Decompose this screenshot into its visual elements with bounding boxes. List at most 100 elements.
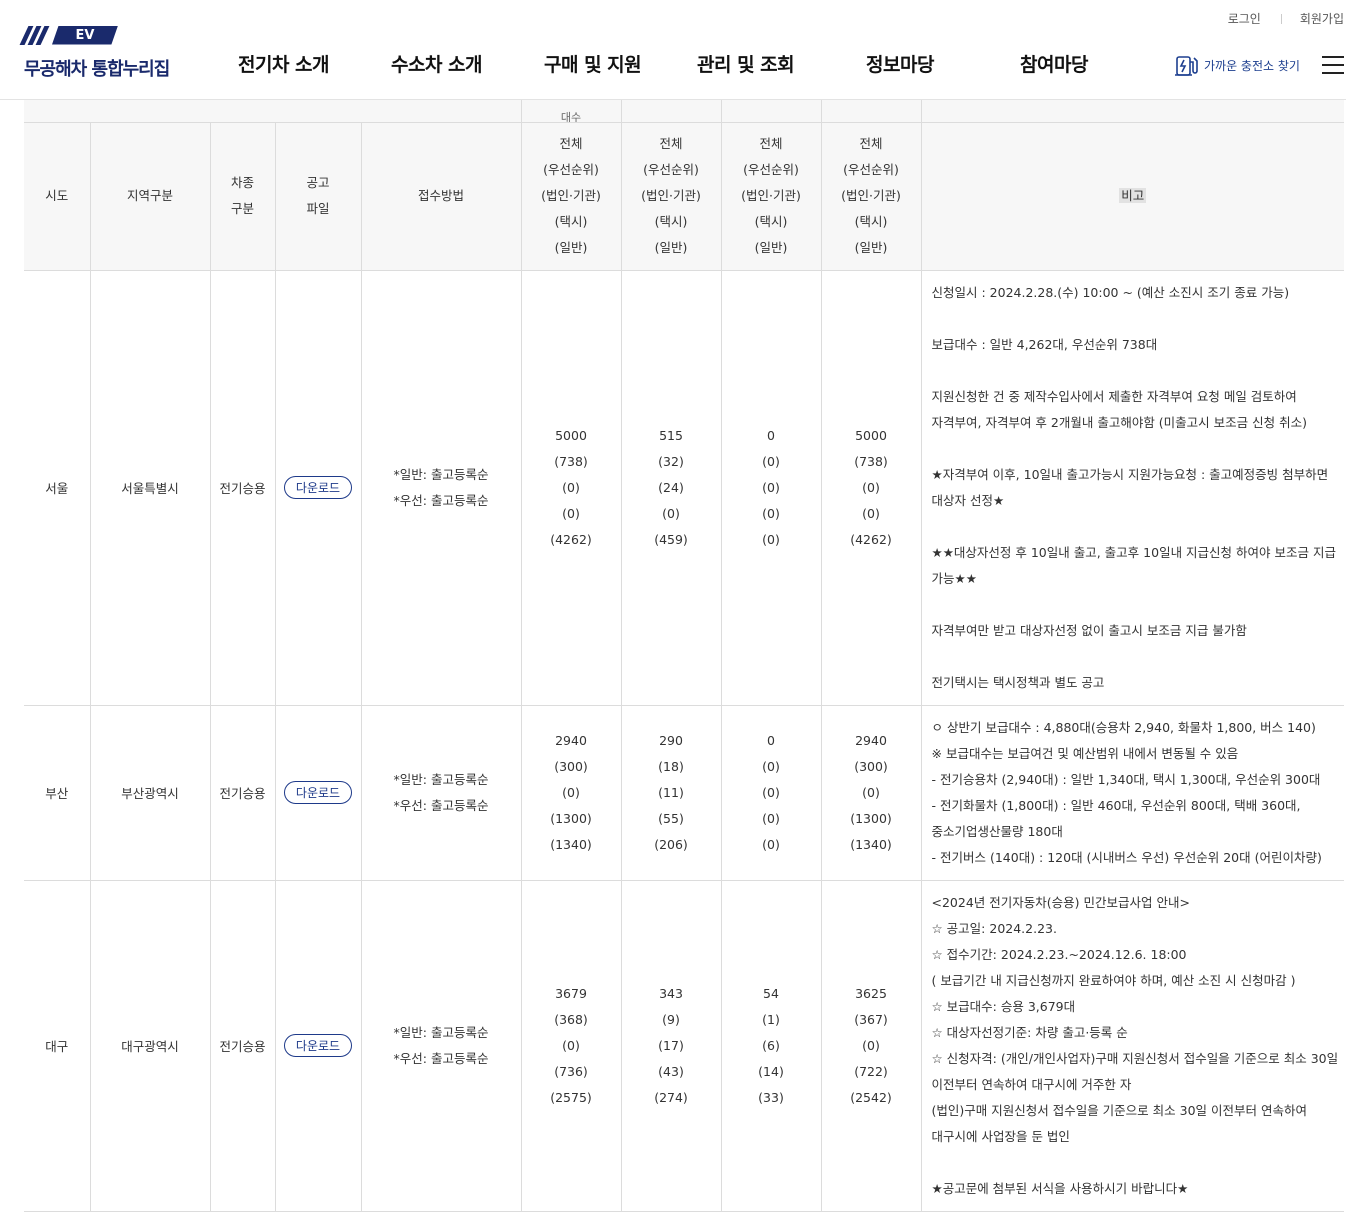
count-value: (17): [658, 1037, 684, 1053]
nav-hydrogen-intro[interactable]: 수소차 소개: [391, 50, 483, 77]
remark-line: ☆ 보급대수: 승용 3,679대: [931, 998, 1076, 1014]
remark-line: 가능★★: [931, 570, 977, 586]
count-value: (1300): [850, 810, 892, 826]
count-value: (0): [562, 784, 580, 800]
nav-ev-intro[interactable]: 전기차 소개: [238, 50, 330, 77]
col-sub: 전체 (우선순위) (법인·기관) (택시) (일반): [621, 122, 722, 271]
sub-l1: 전체: [659, 136, 683, 151]
remark-line: 대상자 선정★: [931, 492, 1005, 508]
cell-count-group: 0 (0) (0) (0) (0): [721, 270, 822, 706]
remark-line: (법인)구매 지원신청서 접수일을 기준으로 최소 30일 이전부터 연속하여: [931, 1102, 1307, 1118]
cell-count-group: 2940 (300) (0) (1300) (1340): [821, 705, 922, 881]
nav-purchase-support[interactable]: 구매 및 지원: [544, 50, 642, 77]
hamburger-bar: [1322, 56, 1344, 58]
cell-count-group: 5000 (738) (0) (0) (4262): [521, 270, 622, 706]
count-value: (459): [654, 531, 688, 547]
hamburger-icon[interactable]: [1322, 56, 1344, 74]
count-value: 2940: [555, 732, 587, 748]
remark-line: ★공고문에 첨부된 서식을 사용하시기 바랍니다★: [931, 1180, 1189, 1196]
download-button[interactable]: 다운로드: [283, 781, 353, 804]
util-divider: [1280, 13, 1282, 24]
download-button[interactable]: 다운로드: [283, 1034, 353, 1057]
cell-notice-file: 다운로드: [275, 880, 362, 1212]
remark-line: ( 보급기간 내 지급신청까지 완료하여야 하며, 예산 소진 시 신청마감 ): [931, 972, 1296, 988]
count-value: (274): [654, 1089, 688, 1105]
count-value: (2542): [850, 1089, 892, 1105]
site-header: 로그인 회원가입 EV 무공해차 통합누리집 전기차 소개 수소차 소개 구매 …: [0, 0, 1346, 100]
cell-count-group: 54 (1) (6) (14) (33): [721, 880, 822, 1212]
count-value: (368): [554, 1011, 588, 1027]
count-value: 54: [763, 985, 779, 1001]
header-cell: [921, 100, 1344, 123]
site-logo[interactable]: EV 무공해차 통합누리집: [19, 25, 170, 81]
count-value: 515: [659, 427, 683, 443]
header-cell: [210, 100, 275, 123]
cell-region: 대구광역시: [90, 880, 211, 1212]
subsidy-table-container[interactable]: 대수 시도 지역구분 차종 구분 공고 파일 접수방법 전체 (우선순위) (법인·기관…: [24, 100, 1344, 1218]
col-method: 접수방법: [361, 122, 522, 271]
count-value: (6): [762, 1037, 780, 1053]
sub-l3: (법인·기관): [541, 188, 601, 203]
count-value: (0): [562, 479, 580, 495]
sub-l1: 전체: [859, 136, 883, 151]
col-sub: 전체 (우선순위) (법인·기관) (택시) (일반): [821, 122, 922, 271]
sub-l1: 전체: [759, 136, 783, 151]
nav-info[interactable]: 정보마당: [866, 50, 934, 77]
sub-l3: (법인·기관): [841, 188, 901, 203]
count-value: (206): [654, 836, 688, 852]
header-row-cut: 대수: [24, 100, 1344, 123]
signup-link[interactable]: 회원가입: [1300, 10, 1344, 27]
cell-remark: <2024년 전기자동차(승용) 민간보급사업 안내> ☆ 공고일: 2024.2…: [921, 880, 1344, 1212]
nav-manage-lookup[interactable]: 관리 및 조회: [697, 50, 795, 77]
cell-count-group: 0 (0) (0) (0) (0): [721, 705, 822, 881]
sub-l2: (우선순위): [843, 162, 899, 177]
header-cell: [275, 100, 361, 123]
table-body: 서울 서울특별시 전기승용 다운로드 *일반: 출고등록순 *우선: 출고등록순 5000(…: [24, 270, 1344, 1212]
col-notice-l2: 파일: [306, 201, 330, 216]
count-value: 5000: [555, 427, 587, 443]
cell-region: 부산광역시: [90, 705, 211, 881]
count-value: 5000: [855, 427, 887, 443]
remark-line: 자격부여만 받고 대상자선정 없이 출고시 보조금 지급 불가함: [931, 622, 1247, 638]
col-remark: 비고: [921, 122, 1344, 271]
count-value: (18): [658, 758, 684, 774]
header-cell: [621, 100, 722, 123]
remark-line: ☆ 접수기간: 2024.2.23.~2024.12.6. 18:00: [931, 946, 1187, 962]
table-row: 대구 대구광역시 전기승용 다운로드 *일반: 출고등록순 *우선: 출고등록순 3679 (…: [24, 880, 1344, 1212]
count-value: (0): [862, 505, 880, 521]
cell-count-group: 290 (18) (11) (55) (206): [621, 705, 722, 881]
remark-line: ★자격부여 이후, 10일내 출고가능시 지원가능요청 : 출고예정증빙 첨부하…: [931, 466, 1329, 482]
count-value: (9): [662, 1011, 680, 1027]
download-button[interactable]: 다운로드: [283, 476, 353, 499]
remark-line: 전기택시는 택시정책과 별도 공고: [931, 674, 1105, 690]
count-value: 290: [659, 732, 683, 748]
count-value: (0): [762, 836, 780, 852]
col-notice-l1: 공고: [306, 175, 330, 190]
remark-line: [932, 1150, 1335, 1176]
cell-notice-file: 다운로드: [275, 705, 362, 881]
login-link[interactable]: 로그인: [1228, 10, 1261, 27]
charger-finder-link[interactable]: 가까운 충전소 찾기: [1174, 52, 1300, 78]
count-value: (24): [658, 479, 684, 495]
col-car-type-l2: 구분: [230, 201, 254, 216]
count-value: 3679: [555, 985, 587, 1001]
count-value: (33): [758, 1089, 784, 1105]
count-value: (43): [658, 1063, 684, 1079]
count-value: (1300): [550, 810, 592, 826]
cell-method: *일반: 출고등록순 *우선: 출고등록순: [361, 880, 522, 1212]
method-line: *우선: 출고등록순: [393, 1050, 489, 1066]
sub-l2: (우선순위): [743, 162, 799, 177]
nav-participation[interactable]: 참여마당: [1020, 50, 1088, 77]
remark-line: 대구시에 사업장을 둔 법인: [931, 1128, 1070, 1144]
cell-sido: 서울: [24, 270, 91, 706]
header-cell: [821, 100, 922, 123]
remark-line: ※ 보급대수는 보급여건 및 예산범위 내에서 변동될 수 있음: [931, 745, 1239, 761]
count-value: (300): [554, 758, 588, 774]
cell-count-group: 5000 (738) (0) (0) (4262): [821, 270, 922, 706]
header-cell: [361, 100, 522, 123]
cell-sido: 부산: [24, 705, 91, 881]
sub-l5: (일반): [754, 240, 788, 255]
col-region: 지역구분: [90, 122, 211, 271]
sub-l4: (택시): [654, 214, 688, 229]
cell-car-type: 전기승용: [210, 880, 276, 1212]
